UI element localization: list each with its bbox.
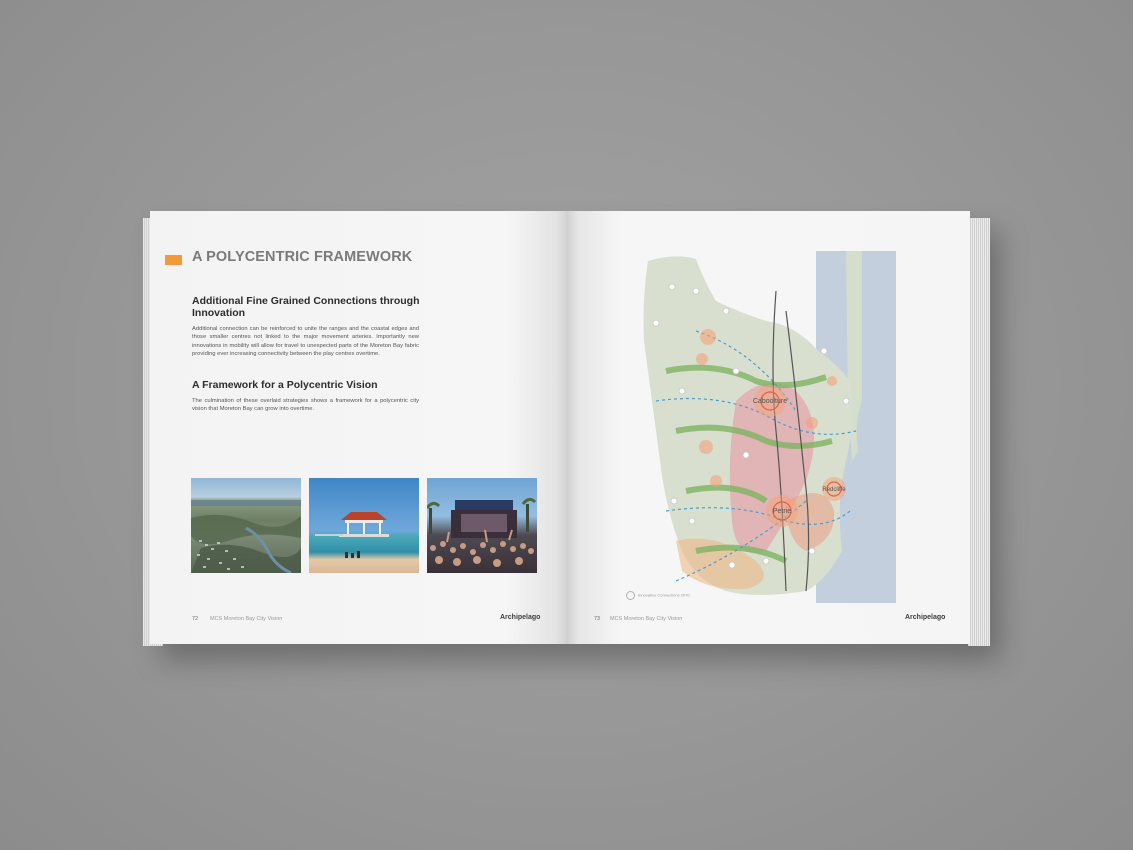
page-number: 73 xyxy=(594,616,601,622)
archipelago-logo: Archipelago xyxy=(500,614,541,621)
page-edges-right xyxy=(968,218,990,646)
page-number: 72 xyxy=(192,616,199,622)
legend-text: Innovative Connections 2070 xyxy=(638,592,690,598)
map-legend: Innovative Connections 2070 xyxy=(626,591,706,600)
section-heading-connections: Additional Fine Grained Connections thro… xyxy=(192,295,420,319)
map-label-redcliffe: Redcliffe xyxy=(822,487,846,493)
left-page: A POLYCENTRIC FRAMEWORK Additional Fine … xyxy=(150,211,568,644)
footer-text: MCS Moreton Bay City Vision xyxy=(610,616,683,622)
legend-compass-icon xyxy=(626,591,635,600)
aerial-landscape-photo xyxy=(191,478,301,573)
polycentric-framework-map: Caboolture Petrie Redcliffe xyxy=(636,251,896,621)
map-label-caboolture: Caboolture xyxy=(753,398,787,405)
section-body-framework: The culmination of these overlaid strate… xyxy=(192,398,419,413)
title-accent-bar xyxy=(165,255,182,265)
map-label-petrie: Petrie xyxy=(773,508,791,515)
section-heading-framework: A Framework for a Polycentric Vision xyxy=(192,379,378,391)
jetty-pavilion-photo xyxy=(309,478,419,573)
festival-crowd-photo xyxy=(427,478,537,573)
page-title: A POLYCENTRIC FRAMEWORK xyxy=(192,249,413,265)
section-body-connections: Additional connection can be reinforced … xyxy=(192,326,419,358)
right-page: Caboolture Petrie Redcliffe Innovative C… xyxy=(566,211,970,644)
footer-text: MCS Moreton Bay City Vision xyxy=(210,616,283,622)
archipelago-logo: Archipelago xyxy=(905,614,946,621)
